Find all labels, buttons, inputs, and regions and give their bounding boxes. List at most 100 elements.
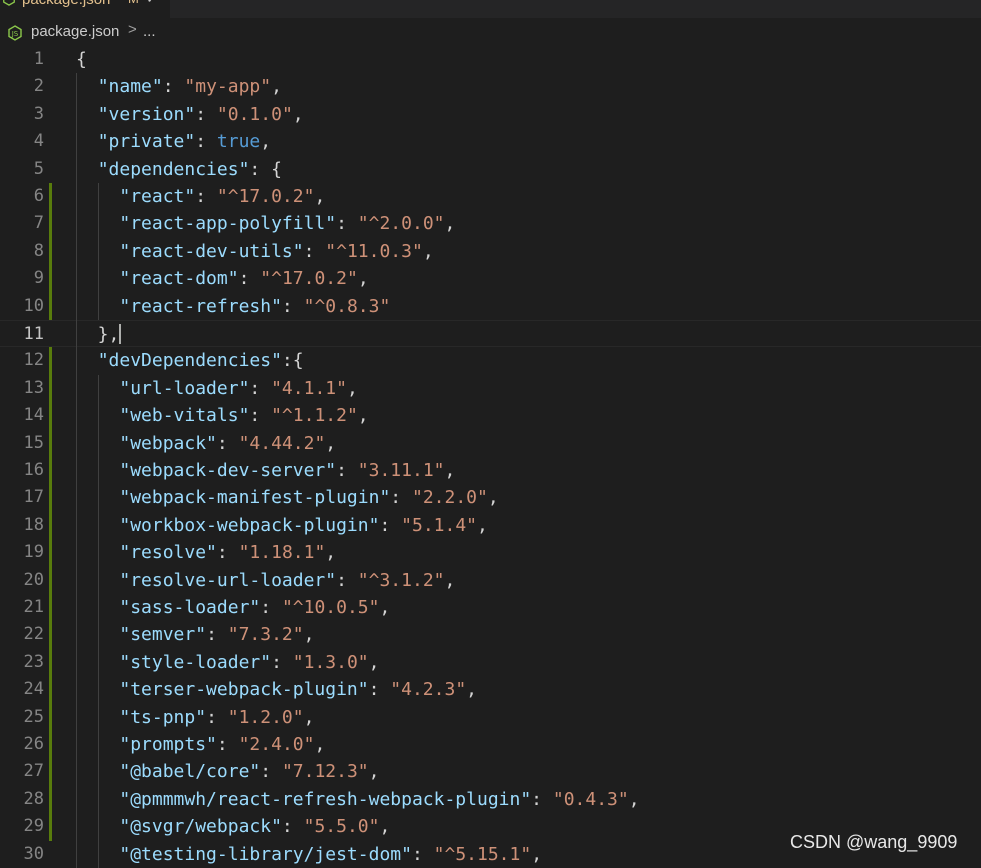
code-line[interactable]: 15 "webpack": "4.44.2", bbox=[0, 430, 981, 457]
json-punctuation bbox=[76, 76, 98, 97]
json-punctuation: , bbox=[357, 268, 369, 290]
line-number: 12 bbox=[23, 350, 44, 371]
breadcrumb-file[interactable]: package.json bbox=[31, 23, 119, 40]
code-line[interactable]: 2 "name": "my-app", bbox=[0, 73, 981, 100]
code-text[interactable]: "react": "^17.0.2", bbox=[76, 186, 325, 207]
code-text[interactable]: { bbox=[76, 49, 87, 70]
code-line[interactable]: 23 "style-loader": "1.3.0", bbox=[0, 649, 981, 676]
code-text[interactable]: "version": "0.1.0", bbox=[76, 104, 304, 125]
code-text[interactable]: "webpack-manifest-plugin": "2.2.0", bbox=[76, 487, 498, 508]
line-number: 3 bbox=[33, 103, 44, 124]
code-line[interactable]: 27 "@babel/core": "7.12.3", bbox=[0, 758, 981, 785]
code-text[interactable]: "dependencies": { bbox=[76, 159, 282, 180]
code-text[interactable]: "webpack": "4.44.2", bbox=[76, 433, 336, 454]
line-number: 5 bbox=[33, 158, 44, 179]
tab-package-json[interactable]: package.json M ✓ bbox=[0, 0, 170, 18]
code-text[interactable]: "prompts": "2.4.0", bbox=[76, 734, 325, 755]
code-line[interactable]: 1{ bbox=[0, 46, 981, 73]
breadcrumb-more[interactable]: ... bbox=[143, 23, 156, 40]
code-text[interactable]: "workbox-webpack-plugin": "5.1.4", bbox=[76, 514, 487, 536]
code-line[interactable]: 11 }, bbox=[0, 320, 981, 348]
json-punctuation: , bbox=[292, 103, 304, 125]
code-line[interactable]: 21 "sass-loader": "^10.0.5", bbox=[0, 594, 981, 621]
json-key: "terser-webpack-plugin" bbox=[119, 679, 369, 701]
code-text[interactable]: "react-app-polyfill": "^2.0.0", bbox=[76, 213, 455, 234]
json-key: "webpack-dev-server" bbox=[119, 460, 337, 481]
line-number: 18 bbox=[23, 514, 44, 535]
nodejs-icon bbox=[3, 0, 15, 6]
line-number: 11 bbox=[23, 324, 44, 344]
modified-indicator: M bbox=[128, 0, 139, 6]
code-text[interactable]: }, bbox=[76, 324, 120, 345]
code-text[interactable]: "url-loader": "4.1.1", bbox=[76, 377, 357, 399]
code-text[interactable]: "name": "my-app", bbox=[76, 76, 282, 97]
json-punctuation: : bbox=[411, 843, 434, 865]
code-line[interactable]: 3 "version": "0.1.0", bbox=[0, 101, 981, 128]
json-key: "react-dom" bbox=[119, 268, 239, 290]
code-line[interactable]: 9 "react-dom": "^17.0.2", bbox=[0, 265, 981, 292]
json-punctuation: : bbox=[379, 514, 402, 536]
modified-lines-marker[interactable] bbox=[49, 183, 52, 320]
code-line[interactable]: 26 "prompts": "2.4.0", bbox=[0, 731, 981, 758]
code-text[interactable]: "resolve": "1.18.1", bbox=[76, 542, 336, 563]
code-text[interactable]: "ts-pnp": "1.2.0", bbox=[76, 707, 314, 728]
code-text[interactable]: "react-dev-utils": "^11.0.3", bbox=[76, 240, 433, 262]
code-text[interactable]: "@babel/core": "7.12.3", bbox=[76, 761, 379, 782]
code-line[interactable]: 19 "resolve": "1.18.1", bbox=[0, 539, 981, 566]
chevron-right-icon: > bbox=[128, 21, 137, 38]
code-text[interactable]: "@testing-library/jest-dom": "^5.15.1", bbox=[76, 844, 542, 865]
json-key: "react-app-polyfill" bbox=[119, 213, 337, 235]
code-text[interactable]: "webpack-dev-server": "3.11.1", bbox=[76, 460, 455, 481]
code-line[interactable]: 12 "devDependencies":{ bbox=[0, 347, 981, 374]
code-line[interactable]: 10 "react-refresh": "^0.8.3" bbox=[0, 293, 981, 320]
code-line[interactable]: 22 "semver": "7.3.2", bbox=[0, 621, 981, 648]
code-text[interactable]: "style-loader": "1.3.0", bbox=[76, 652, 379, 673]
code-text[interactable]: "react-dom": "^17.0.2", bbox=[76, 268, 369, 290]
code-line[interactable]: 24 "terser-webpack-plugin": "4.2.3", bbox=[0, 676, 981, 703]
line-number: 10 bbox=[23, 295, 44, 316]
json-string: "^10.0.5" bbox=[281, 597, 380, 618]
code-editor[interactable]: 1{2 "name": "my-app", 3 "version": "0.1.0… bbox=[0, 46, 981, 868]
json-punctuation: : bbox=[336, 569, 358, 591]
code-text[interactable]: "private": true, bbox=[76, 131, 271, 152]
code-line[interactable]: 16 "webpack-dev-server": "3.11.1", bbox=[0, 457, 981, 484]
code-line[interactable]: 17 "webpack-manifest-plugin": "2.2.0", bbox=[0, 484, 981, 511]
line-number: 8 bbox=[33, 240, 44, 261]
code-text[interactable]: "react-refresh": "^0.8.3" bbox=[76, 296, 390, 317]
code-line[interactable]: 18 "workbox-webpack-plugin": "5.1.4", bbox=[0, 512, 981, 539]
code-line[interactable]: 28 "@pmmmwh/react-refresh-webpack-plugin… bbox=[0, 786, 981, 813]
code-line[interactable]: 20 "resolve-url-loader": "^3.1.2", bbox=[0, 567, 981, 594]
line-number: 13 bbox=[23, 377, 44, 398]
code-line[interactable]: 8 "react-dev-utils": "^11.0.3", bbox=[0, 238, 981, 265]
svg-text:JS: JS bbox=[11, 30, 19, 38]
tab-close-icon[interactable]: ✓ bbox=[146, 0, 158, 7]
json-string: "0.1.0" bbox=[216, 103, 293, 125]
code-text[interactable]: "devDependencies":{ bbox=[76, 350, 304, 371]
code-line[interactable]: 14 "web-vitals": "^1.1.2", bbox=[0, 402, 981, 429]
code-text[interactable]: "@svgr/webpack": "5.5.0", bbox=[76, 816, 390, 837]
code-line[interactable]: 7 "react-app-polyfill": "^2.0.0", bbox=[0, 210, 981, 237]
code-text[interactable]: "resolve-url-loader": "^3.1.2", bbox=[76, 570, 455, 591]
json-string: "^17.0.2" bbox=[260, 268, 358, 290]
code-text[interactable]: "terser-webpack-plugin": "4.2.3", bbox=[76, 679, 477, 700]
code-text[interactable]: "semver": "7.3.2", bbox=[76, 624, 314, 645]
json-string: "^11.0.3" bbox=[325, 240, 423, 262]
json-string: "7.12.3" bbox=[281, 761, 369, 783]
code-text[interactable]: "web-vitals": "^1.1.2", bbox=[76, 405, 368, 426]
code-line[interactable]: 4 "private": true, bbox=[0, 128, 981, 155]
json-key: "url-loader" bbox=[119, 377, 250, 399]
code-line[interactable]: 13 "url-loader": "4.1.1", bbox=[0, 375, 981, 402]
code-text[interactable]: "sass-loader": "^10.0.5", bbox=[76, 597, 390, 618]
line-number: 25 bbox=[23, 706, 44, 727]
code-text[interactable]: "@pmmmwh/react-refresh-webpack-plugin": … bbox=[76, 788, 639, 810]
code-line[interactable]: 6 "react": "^17.0.2", bbox=[0, 183, 981, 210]
json-key: "sass-loader" bbox=[119, 597, 261, 618]
json-punctuation: : bbox=[249, 377, 272, 399]
json-punctuation: , bbox=[325, 432, 337, 454]
code-line[interactable]: 5 "dependencies": { bbox=[0, 156, 981, 183]
json-punctuation: : bbox=[260, 761, 282, 783]
json-punctuation: : bbox=[531, 788, 553, 810]
json-punctuation bbox=[76, 159, 98, 180]
code-line[interactable]: 25 "ts-pnp": "1.2.0", bbox=[0, 704, 981, 731]
modified-lines-marker[interactable] bbox=[49, 347, 52, 841]
